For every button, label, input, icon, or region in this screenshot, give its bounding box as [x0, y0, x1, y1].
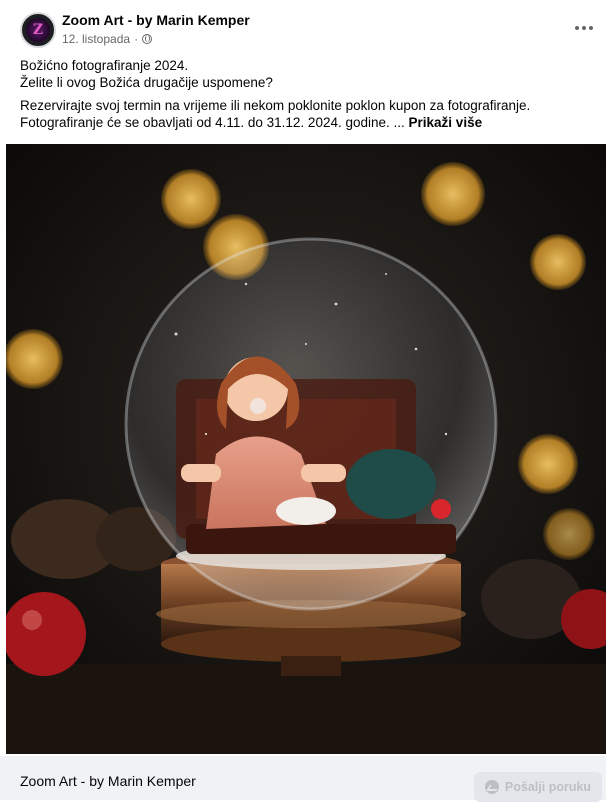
- see-more-link[interactable]: Prikaži više: [409, 115, 483, 130]
- post-text-block: Božićno fotografiranje 2024. Želite li o…: [20, 57, 590, 91]
- avatar-logo: Z: [26, 18, 50, 42]
- send-message-label: Pošalji poruku: [504, 780, 592, 794]
- post-text-line: Želite li ovog Božića drugačije uspomene…: [20, 75, 273, 90]
- post-text-line: Božićno fotografiranje 2024.: [20, 58, 189, 73]
- globe-icon: [142, 34, 153, 44]
- page-name-link[interactable]: Zoom Art - by Marin Kemper: [62, 12, 250, 28]
- post-text: Božićno fotografiranje 2024. Želite li o…: [20, 57, 590, 137]
- page-avatar[interactable]: Z: [20, 12, 56, 48]
- footer-page-name[interactable]: Zoom Art - by Marin Kemper: [20, 773, 196, 789]
- post-header: Z Zoom Art - by Marin Kemper 12. listopa…: [0, 0, 606, 54]
- post-date[interactable]: 12. listopada: [62, 32, 130, 46]
- more-options-icon[interactable]: [572, 16, 596, 40]
- post-paragraph: Rezervirajte svoj termin na vrijeme ili …: [20, 97, 590, 131]
- send-message-button[interactable]: Pošalji poruku: [474, 772, 602, 802]
- facebook-post: Z Zoom Art - by Marin Kemper 12. listopa…: [0, 0, 606, 802]
- post-photo[interactable]: [6, 144, 606, 754]
- meta-separator: ·: [134, 32, 139, 46]
- post-meta: 12. listopada ·: [62, 32, 153, 46]
- photo-illustration: [6, 144, 606, 754]
- post-footer: Zoom Art - by Marin Kemper Pošalji poruk…: [0, 756, 606, 802]
- messenger-icon: [484, 780, 499, 794]
